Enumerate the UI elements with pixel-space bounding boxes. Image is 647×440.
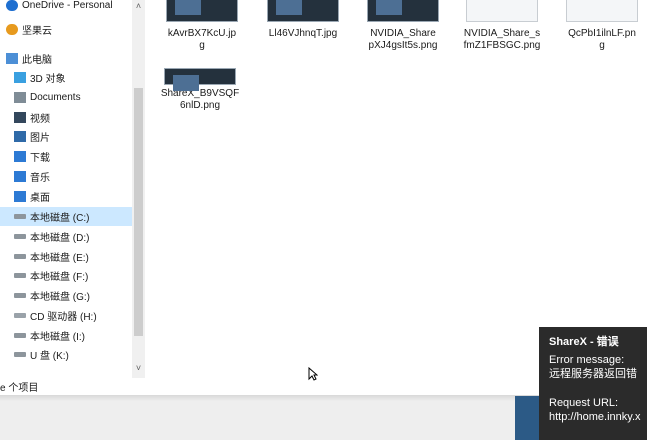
sidebar-item-15[interactable]: CD 驱动器 (H:) [0, 306, 132, 325]
file-name: NVIDIA_Share_s [463, 28, 541, 39]
sidebar-item-label: 本地磁盘 (E:) [30, 253, 89, 264]
sidebar-item-1[interactable]: 坚果云 [0, 20, 132, 39]
sidebar-item-0[interactable]: OneDrive - Personal [0, 0, 132, 15]
file-name: ShareX_B9VSQF [160, 88, 240, 99]
computer-icon [6, 53, 18, 64]
file-name-continued: 6nlD.png [179, 100, 221, 111]
drive-icon [14, 333, 26, 338]
music-icon [14, 171, 26, 182]
sidebar-item-label: 视频 [30, 114, 50, 125]
file-item[interactable]: QcPbI1ilnLF.pn g [557, 0, 647, 52]
file-thumbnail [566, 0, 638, 22]
navigation-pane: OneDrive - Personal 坚果云此电脑 3D 对象 Documents 视… [0, 0, 132, 378]
file-item[interactable]: NVIDIA_Share pXJ4gsIt5s.png [358, 0, 448, 52]
download-icon [14, 151, 26, 162]
file-name: NVIDIA_Share [370, 28, 436, 39]
sidebar-item-label: 下载 [30, 153, 50, 164]
sidebar-item-label: U 盘 (K:) [30, 351, 69, 362]
sidebar-item-13[interactable]: 本地磁盘 (F:) [0, 266, 132, 285]
file-name: Ll46VJhnqT.jpg [268, 28, 338, 39]
sidebar-item-label: 本地磁盘 (G:) [30, 292, 90, 303]
error-label: Error message: [549, 354, 625, 366]
sidebar-item-label: 本地磁盘 (C:) [30, 213, 90, 224]
file-name-continued: pXJ4gsIt5s.png [368, 40, 438, 51]
drive-icon [14, 273, 26, 278]
sidebar-item-label: OneDrive - Personal [22, 0, 113, 11]
request-url-value: http://home.innky.x [549, 411, 641, 423]
drive-icon [14, 234, 26, 239]
picture-icon [14, 131, 26, 142]
desktop-icon [14, 191, 26, 202]
sidebar-item-label: 桌面 [30, 193, 50, 204]
sidebar-item-label: Documents [30, 92, 81, 103]
scroll-down-arrow[interactable]: ˅ [132, 362, 145, 375]
text-cursor-icon [308, 367, 318, 381]
cloud-icon [6, 0, 18, 11]
sidebar-item-11[interactable]: 本地磁盘 (D:) [0, 227, 132, 246]
file-thumbnail [166, 0, 238, 22]
item-count: e 个项目 [0, 383, 39, 394]
error-value: 远程服务器返回错 [549, 368, 637, 380]
sidebar-item-label: 坚果云 [22, 26, 52, 37]
file-name-continued: fmZ1FBSGC.png [463, 40, 541, 51]
toast-title: ShareX - 错误 [549, 336, 619, 348]
nutstore-icon [6, 24, 18, 35]
request-url-label: Request URL: [549, 397, 619, 409]
sidebar-item-8[interactable]: 音乐 [0, 167, 132, 186]
file-name-continued: g [599, 40, 605, 51]
cube-icon [14, 72, 26, 83]
file-item[interactable]: NVIDIA_Share_s fmZ1FBSGC.png [457, 0, 547, 52]
drive-icon [14, 293, 26, 298]
sidebar-item-label: 音乐 [30, 173, 50, 184]
sidebar-item-9[interactable]: 桌面 [0, 187, 132, 206]
sidebar-item-16[interactable]: 本地磁盘 (I:) [0, 326, 132, 345]
sidebar-item-2[interactable]: 此电脑 [0, 49, 132, 68]
sidebar-item-12[interactable]: 本地磁盘 (E:) [0, 247, 132, 266]
sidebar-item-5[interactable]: 视频 [0, 108, 132, 127]
file-name: QcPbI1ilnLF.pn [568, 28, 636, 39]
file-item[interactable]: Ll46VJhnqT.jpg [258, 0, 348, 40]
file-name: kAvrBX7KcU.jp [167, 28, 237, 39]
scroll-thumb[interactable] [134, 88, 143, 336]
sidebar-item-label: 图片 [30, 133, 50, 144]
sidebar-item-7[interactable]: 下载 [0, 147, 132, 166]
cd-drive-icon [14, 313, 26, 318]
sidebar-item-label: CD 驱动器 (H:) [30, 312, 97, 323]
background-window [515, 396, 539, 440]
file-item[interactable]: kAvrBX7KcU.jp g [157, 0, 247, 52]
sidebar-item-6[interactable]: 图片 [0, 127, 132, 146]
file-thumbnail [466, 0, 538, 22]
file-thumbnail [164, 68, 236, 91]
sidebar-item-label: 3D 对象 [30, 74, 66, 85]
video-icon [14, 112, 26, 123]
sidebar-item-14[interactable]: 本地磁盘 (G:) [0, 286, 132, 305]
drive-icon [14, 214, 26, 219]
file-thumbnail [367, 0, 439, 22]
sidebar-item-4[interactable]: Documents [0, 88, 132, 107]
scroll-up-arrow[interactable]: ˄ [132, 0, 145, 13]
sidebar-item-label: 此电脑 [22, 55, 52, 66]
file-item[interactable]: ShareX_B9VSQF 6nlD.png [155, 50, 245, 112]
sidebar-item-17[interactable]: U 盘 (K:) [0, 345, 132, 364]
file-thumbnail [267, 0, 339, 22]
navigation-scrollbar[interactable]: ˄ ˅ [132, 0, 145, 378]
file-list: kAvrBX7KcU.jp g Ll46VJhnqT.jpg NVIDIA_Share… [145, 0, 647, 378]
sidebar-item-label: 本地磁盘 (F:) [30, 272, 89, 283]
sidebar-item-10[interactable]: 本地磁盘 (C:) [0, 207, 132, 226]
sharex-error-toast[interactable]: ShareX - 错误 Error message: 远程服务器返回错 Requ… [539, 327, 647, 440]
sidebar-item-label: 本地磁盘 (D:) [30, 233, 90, 244]
sidebar-item-label: 本地磁盘 (I:) [30, 332, 85, 343]
drive-icon [14, 254, 26, 259]
usb-drive-icon [14, 352, 26, 357]
sidebar-item-3[interactable]: 3D 对象 [0, 68, 132, 87]
document-icon [14, 92, 26, 103]
